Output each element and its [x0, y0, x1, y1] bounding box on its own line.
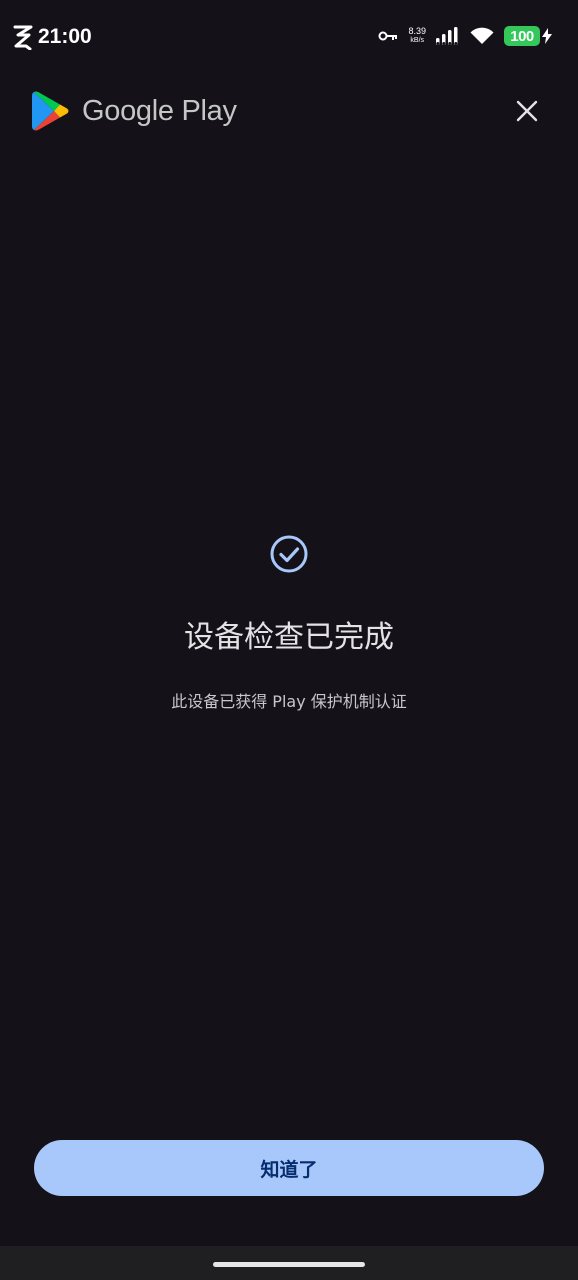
close-icon	[516, 100, 538, 122]
header: Google Play	[0, 86, 578, 142]
status-left: 21:00	[12, 24, 92, 50]
status-bar: 21:00 8.39 kB/s 100	[0, 0, 578, 76]
brand: Google Play	[32, 90, 237, 132]
brand-name: Google Play	[82, 94, 237, 127]
vpn-key-icon	[378, 31, 398, 41]
charging-bolt-icon	[542, 28, 552, 44]
page-title: 设备检查已完成	[184, 620, 394, 655]
got-it-label: 知道了	[260, 1159, 318, 1181]
navigation-bar	[0, 1246, 578, 1280]
signal-icon	[436, 27, 458, 45]
net-speed: 8.39 kB/s	[408, 27, 426, 45]
battery-icon: 100	[504, 26, 552, 46]
wifi-icon	[470, 27, 494, 44]
got-it-button[interactable]: 知道了	[34, 1140, 544, 1196]
status-time: 21:00	[38, 25, 92, 48]
result-panel: 设备检查已完成 此设备已获得 Play 保护机制认证	[0, 532, 578, 712]
status-message: 此设备已获得 Play 保护机制认证	[171, 692, 407, 711]
battery-level: 100	[510, 27, 534, 45]
net-speed-unit: kB/s	[410, 37, 425, 44]
check-circle-icon	[270, 535, 308, 573]
net-speed-value: 8.39	[408, 26, 426, 36]
app-logo-icon	[13, 25, 33, 50]
home-indicator[interactable]	[213, 1262, 365, 1267]
google-play-logo-icon	[32, 91, 69, 131]
close-button[interactable]	[510, 94, 544, 128]
status-right: 8.39 kB/s 100	[378, 26, 552, 46]
